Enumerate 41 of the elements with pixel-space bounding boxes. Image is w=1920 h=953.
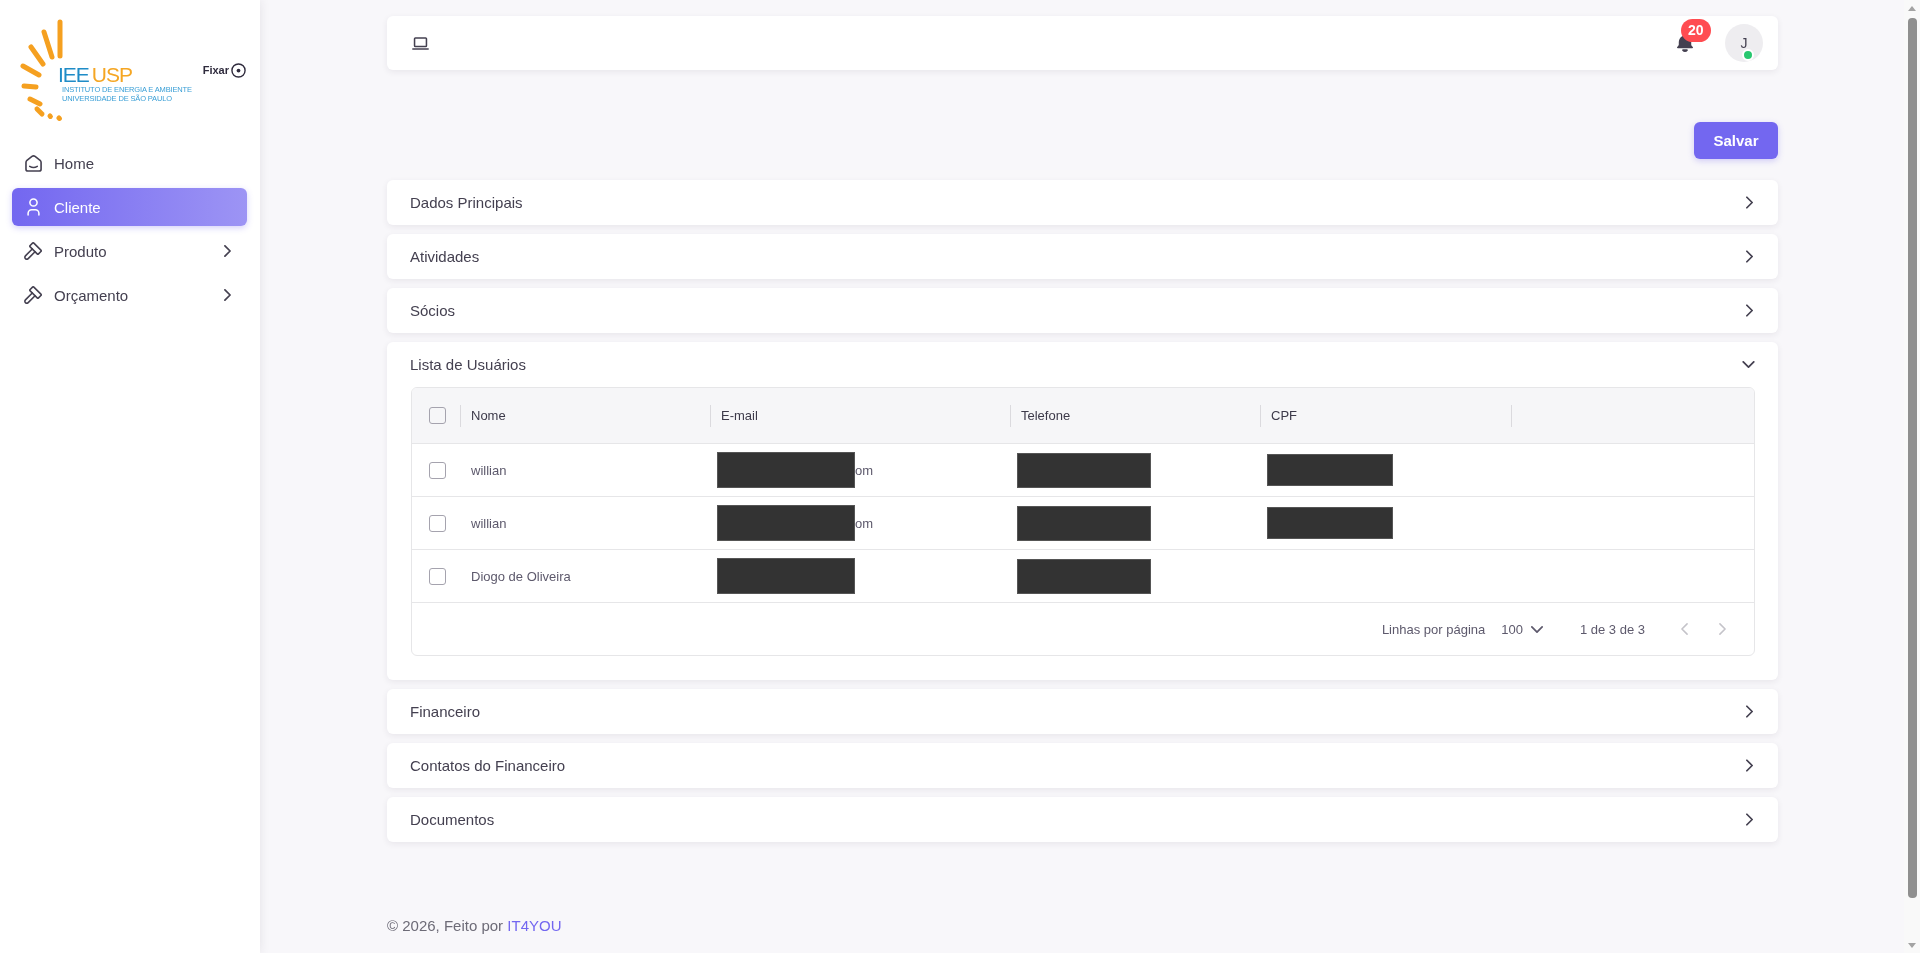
sidebar-item[interactable]: Home [12, 144, 247, 182]
pin-toggle[interactable]: Fixar [202, 62, 246, 78]
user-avatar[interactable]: J [1725, 24, 1763, 62]
accordion-header[interactable]: Contatos do Financeiro [387, 743, 1778, 788]
scrollbar-thumb[interactable] [1908, 18, 1917, 898]
checkbox[interactable] [429, 514, 446, 532]
checkbox[interactable] [429, 461, 446, 479]
page-range-text: 1 de 3 de 3 [1579, 621, 1645, 637]
chevron-right-icon [1718, 623, 1726, 635]
laptop-icon[interactable] [412, 36, 429, 50]
sidebar-item[interactable]: Produto [12, 232, 247, 270]
footer-link[interactable]: IT4YOU [507, 917, 562, 934]
hammer-icon [24, 242, 42, 260]
checkbox[interactable] [429, 407, 446, 424]
table-cell: willian [471, 515, 507, 531]
sidebar-item[interactable]: Orçamento [12, 276, 247, 314]
table-cell: om [855, 462, 874, 478]
home-icon [24, 154, 42, 172]
checkbox[interactable] [429, 567, 446, 585]
accordion-header[interactable]: Financeiro [387, 689, 1778, 734]
accordion-header[interactable]: Documentos [387, 797, 1778, 842]
rows-per-page-select[interactable]: 100 [1501, 621, 1543, 637]
hammer-icon [24, 286, 42, 304]
scroll-up-arrow-icon[interactable] [1908, 5, 1916, 11]
accordion-header[interactable]: Atividades [387, 234, 1778, 279]
scroll-down-arrow-icon[interactable] [1908, 942, 1916, 948]
table-cell: willian [471, 462, 507, 478]
sidebar-item[interactable]: Cliente [12, 188, 247, 226]
save-button[interactable]: Salvar [1694, 122, 1778, 159]
accordion-header[interactable]: Lista de Usuários [387, 342, 1778, 387]
user-icon [26, 198, 40, 216]
accordion-header[interactable]: Dados Principais [387, 180, 1778, 225]
chevron-left-icon [1680, 623, 1688, 635]
logo-wordmark: IEEUSP [58, 65, 134, 85]
rows-per-page-label: Linhas por página [1381, 621, 1486, 637]
chevron-down-icon [1530, 625, 1543, 633]
notification-badge: 20 [1681, 19, 1711, 42]
table-cell: om [855, 515, 874, 531]
table-cell: Diogo de Oliveira [471, 568, 571, 584]
footer-text: © 2026, Feito por IT4YOU [387, 916, 562, 936]
accordion-header[interactable]: Sócios [387, 288, 1778, 333]
